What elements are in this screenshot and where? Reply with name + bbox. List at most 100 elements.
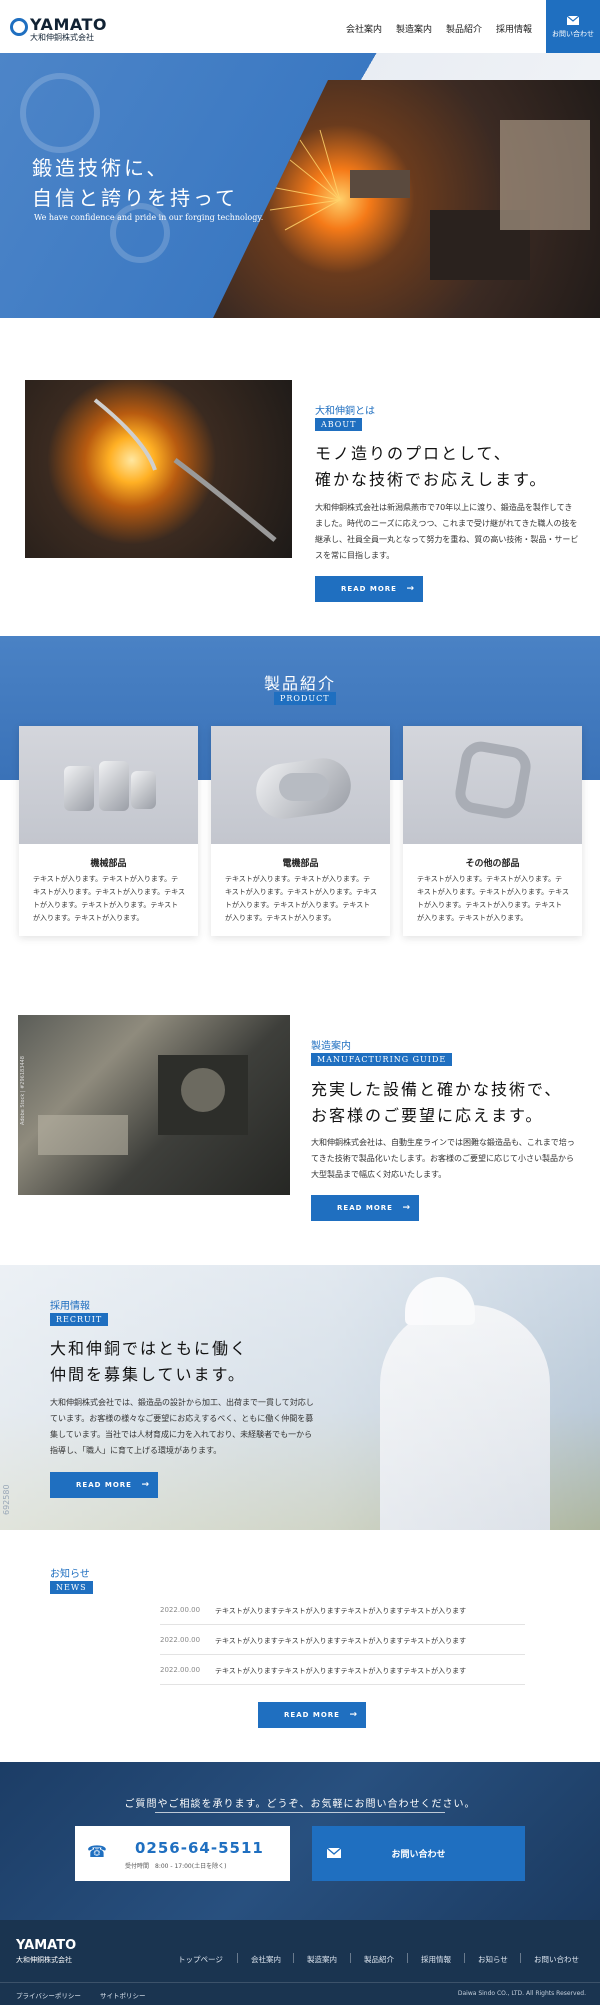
nav-recruit[interactable]: 採用情報 — [496, 22, 532, 35]
phone-number: 0256-64-5511 — [135, 1839, 264, 1857]
arrow-right-icon: → — [141, 1480, 150, 1490]
product-image — [19, 726, 198, 844]
recruit-read-more-button[interactable]: READ MORE → — [50, 1472, 158, 1498]
recruit-heading-line2: 仲間を募集しています。 — [50, 1365, 246, 1384]
cta-lead: ご質問やご相談を承ります。どうぞ、お気軽にお問い合わせください。 — [124, 1799, 476, 1810]
divider — [407, 1953, 408, 1963]
news-read-more-button[interactable]: READ MORE → — [258, 1702, 366, 1728]
footer-nav-manufacturing[interactable]: 製造案内 — [307, 1954, 337, 1965]
about-heading-line2: 確かな技術でお応えします。 — [315, 470, 548, 489]
footer-nav-company[interactable]: 会社案内 — [251, 1954, 281, 1965]
header-contact-label: お問い合わせ — [552, 30, 594, 38]
site-header: YAMATO 大和伸銅株式会社 会社案内 製造案内 製品紹介 採用情報 お問い合… — [0, 0, 600, 53]
about-heading: モノ造りのプロとして、 確かな技術でお応えします。 — [315, 441, 547, 493]
mail-contact-button[interactable]: お問い合わせ — [312, 1826, 525, 1881]
product-image — [403, 726, 582, 844]
news-tag: NEWS — [50, 1581, 93, 1594]
news-item[interactable]: 2022.00.00 テキストが入りますテキストが入りますテキストが入りますテキ… — [160, 1655, 525, 1685]
product-text: テキストが入ります。テキストが入ります。テキストが入ります。テキストが入ります。… — [33, 875, 185, 922]
footer-nav-news[interactable]: お知らせ — [478, 1954, 508, 1965]
hero-forging-photo — [200, 80, 600, 318]
product-card[interactable]: 電機部品 テキストが入ります。テキストが入ります。テキストが入ります。テキストが… — [211, 726, 390, 936]
hero-subtitle: We have confidence and pride in our forg… — [34, 213, 264, 222]
product-text: テキストが入ります。テキストが入ります。テキストが入ります。テキストが入ります。… — [225, 875, 377, 922]
nav-company[interactable]: 会社案内 — [346, 22, 382, 35]
divider — [155, 1812, 445, 1813]
manufacturing-heading: 充実した設備と確かな技術で、 お客様のご要望に応えます。 — [311, 1077, 562, 1129]
product-card[interactable]: その他の部品 テキストが入ります。テキストが入ります。テキストが入ります。テキス… — [403, 726, 582, 936]
arrow-right-icon: → — [349, 1710, 358, 1720]
manufacturing-heading-line2: お客様のご要望に応えます。 — [311, 1106, 544, 1125]
copyright: Daiwa Sindo CO., LTD. All Rights Reserve… — [457, 1990, 586, 1997]
photo-credit: Adobe Stock | #296183448 — [20, 1056, 26, 1125]
divider — [0, 1982, 600, 1983]
business-hours: 受付時間 8:00 - 17:00(土日を除く) — [125, 1863, 227, 1870]
footer-nav-recruit[interactable]: 採用情報 — [421, 1954, 451, 1965]
news-label: お知らせ — [50, 1569, 90, 1580]
divider — [293, 1953, 294, 1963]
nav-manufacturing[interactable]: 製造案内 — [396, 22, 432, 35]
hero-title-line2: 自信と誇りを持って — [32, 186, 238, 210]
products-title: 製品紹介 — [263, 674, 336, 693]
header-contact-button[interactable]: お問い合わせ — [546, 0, 600, 53]
footer-nav-products[interactable]: 製品紹介 — [364, 1954, 394, 1965]
arrow-right-icon: → — [402, 1203, 411, 1213]
about-tag: ABOUT — [315, 418, 363, 431]
manufacturing-body: 大和伸銅株式会社は、自動生産ラインでは困難な鍛造品も、これまで培ってきた技術で製… — [311, 1138, 575, 1179]
divider — [520, 1953, 521, 1963]
news-title: テキストが入りますテキストが入りますテキストが入りますテキストが入ります — [215, 1667, 467, 1675]
news-title: テキストが入りますテキストが入りますテキストが入りますテキストが入ります — [215, 1637, 467, 1645]
recruit-label: 採用情報 — [50, 1301, 90, 1312]
manufacturing-tag: MANUFACTURING GUIDE — [311, 1053, 453, 1066]
product-name: 機械部品 — [90, 859, 127, 869]
arrow-right-icon: → — [406, 584, 415, 594]
recruit-read-more-label: READ MORE — [76, 1481, 132, 1489]
footer-nav-top[interactable]: トップページ — [178, 1954, 223, 1965]
about-label: 大和伸銅とは — [315, 406, 375, 417]
product-name: 電機部品 — [282, 859, 319, 869]
news-item[interactable]: 2022.00.00 テキストが入りますテキストが入りますテキストが入りますテキ… — [160, 1625, 525, 1655]
mail-contact-label: お問い合わせ — [391, 1850, 446, 1860]
divider — [237, 1953, 238, 1963]
product-image — [211, 726, 390, 844]
divider — [350, 1953, 351, 1963]
manufacturing-heading-line1: 充実した設備と確かな技術で、 — [311, 1080, 563, 1099]
hero: 鍛造技術に、 自信と誇りを持って We have confidence and … — [0, 53, 600, 318]
site-policy-link[interactable]: サイトポリシー — [100, 1990, 146, 2000]
manufacturing-read-more-button[interactable]: READ MORE → — [311, 1195, 419, 1221]
recruit-tag: RECRUIT — [50, 1313, 109, 1326]
product-text: テキストが入ります。テキストが入ります。テキストが入ります。テキストが入ります。… — [417, 875, 569, 922]
mail-icon — [567, 16, 579, 25]
spark-decoration — [259, 120, 590, 280]
footer-nav-contact[interactable]: お問い合わせ — [534, 1954, 579, 1965]
logo-mark-icon — [10, 18, 28, 36]
nav-products[interactable]: 製品紹介 — [446, 22, 482, 35]
lathe-decoration — [38, 1055, 248, 1155]
phone-icon: ☎ — [87, 1842, 107, 1861]
news-date: 2022.00.00 — [160, 1636, 201, 1644]
about-heading-line1: モノ造りのプロとして、 — [315, 444, 512, 463]
gear-decoration-icon — [20, 73, 100, 153]
news-date: 2022.00.00 — [160, 1606, 201, 1614]
manufacturing-label: 製造案内 — [311, 1041, 351, 1052]
products-tag: PRODUCT — [274, 692, 336, 705]
privacy-policy-link[interactable]: プライバシーポリシー — [16, 1990, 81, 2000]
news-read-more-label: READ MORE — [284, 1711, 340, 1719]
phone-contact[interactable]: ☎ 0256-64-5511 受付時間 8:00 - 17:00(土日を除く) — [75, 1826, 290, 1881]
photo-credit: 692580 — [2, 1484, 11, 1515]
manufacturing-photo: Adobe Stock | #296183448 — [18, 1015, 290, 1195]
hero-title: 鍛造技術に、 自信と誇りを持って — [32, 153, 238, 213]
footer-logo-word[interactable]: YAMATO — [16, 1938, 76, 1953]
footer-company-name: 大和伸銅株式会社 — [16, 1956, 72, 1964]
logo-company-name: 大和伸銅株式会社 — [30, 33, 94, 42]
recruit-heading: 大和伸銅ではともに働く 仲間を募集しています。 — [50, 1336, 248, 1388]
about-photo — [25, 380, 292, 558]
manufacturing-read-more-label: READ MORE — [337, 1204, 393, 1212]
about-read-more-button[interactable]: READ MORE → — [315, 576, 423, 602]
news-title: テキストが入りますテキストが入りますテキストが入りますテキストが入ります — [215, 1607, 467, 1615]
news-item[interactable]: 2022.00.00 テキストが入りますテキストが入りますテキストが入りますテキ… — [160, 1595, 525, 1625]
recruit-heading-line1: 大和伸銅ではともに働く — [50, 1339, 249, 1358]
about-read-more-label: READ MORE — [341, 585, 397, 593]
product-card[interactable]: 機械部品 テキストが入ります。テキストが入ります。テキストが入ります。テキストが… — [19, 726, 198, 936]
tongs-decoration — [93, 398, 277, 542]
